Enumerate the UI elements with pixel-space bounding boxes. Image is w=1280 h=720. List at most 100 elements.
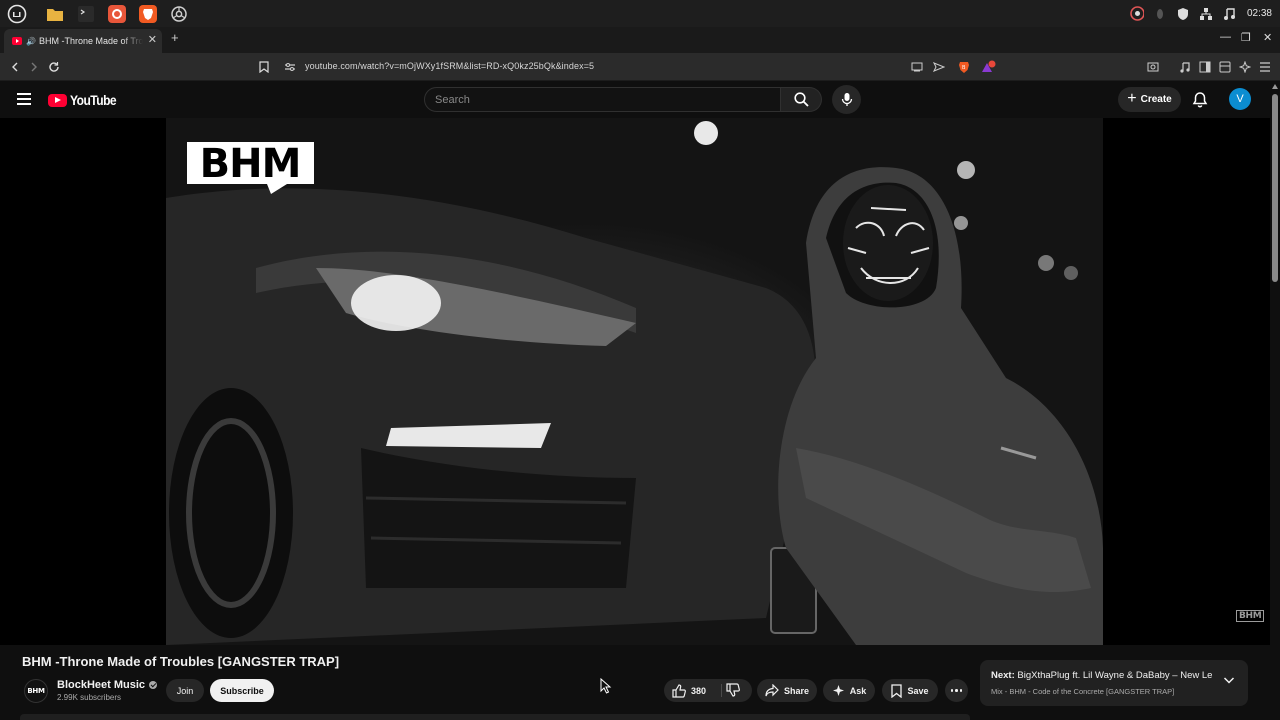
reload-icon[interactable] — [46, 59, 62, 75]
save-playlist-icon — [891, 683, 903, 698]
like-count[interactable]: 380 — [691, 686, 706, 696]
search-button[interactable] — [781, 87, 822, 112]
join-button[interactable]: Join — [166, 679, 204, 702]
os-taskbar: 02:38 — [0, 0, 1280, 27]
music-note-icon[interactable] — [1222, 7, 1236, 21]
notifications-bell-icon[interactable] — [1192, 91, 1208, 113]
mint-menu-icon[interactable] — [5, 3, 29, 25]
scroll-up-icon[interactable] — [1272, 84, 1278, 89]
url-field[interactable]: youtube.com/watch?v=mOjWXy1fSRM&list=RD-… — [305, 61, 594, 71]
channel-name[interactable]: BlockHeet Music — [57, 679, 145, 691]
like-icon[interactable] — [672, 683, 686, 698]
more-dot-icon — [950, 689, 954, 692]
page-scrollbar[interactable] — [1270, 82, 1280, 720]
forward-icon[interactable] — [26, 59, 42, 75]
tab-title: BHM -Throne Made of Troubles [GANGSTER T… — [38, 36, 143, 46]
video-title: BHM -Throne Made of Troubles [GANGSTER T… — [22, 654, 340, 669]
search-box — [424, 87, 781, 112]
youtube-wordmark: YouTube — [70, 92, 117, 108]
more-actions-button[interactable] — [945, 679, 968, 702]
brave-shields-icon[interactable]: B — [956, 59, 972, 75]
search-input[interactable] — [425, 88, 780, 111]
youtube-logo[interactable]: YouTube — [48, 92, 124, 108]
account-avatar[interactable]: V — [1229, 88, 1251, 110]
description-box-edge[interactable] — [20, 714, 970, 720]
bookmark-icon[interactable] — [256, 59, 272, 75]
shield-icon[interactable] — [1153, 7, 1167, 21]
channel-name-row[interactable]: BlockHeet Music — [57, 679, 158, 691]
video-frame[interactable] — [166, 118, 1103, 645]
chromium-icon[interactable] — [167, 3, 191, 25]
like-divider — [721, 684, 722, 697]
bhm-overlay-text: BHM — [200, 141, 301, 187]
up-next-title[interactable]: BigXthaPlug ft. Lil Wayne & DaBaby – New… — [1017, 670, 1213, 681]
cast-icon[interactable] — [909, 59, 925, 75]
new-tab-icon[interactable]: + — [171, 30, 179, 45]
guide-menu-icon[interactable] — [17, 93, 31, 105]
dislike-icon[interactable] — [726, 683, 740, 697]
youtube-favicon-icon — [12, 37, 22, 45]
brave-rewards-icon[interactable] — [980, 59, 996, 75]
microphone-icon — [841, 93, 852, 106]
save-button[interactable]: Save — [882, 679, 938, 702]
files-icon[interactable] — [43, 3, 67, 25]
browser-toolbar: youtube.com/watch?v=mOjWXy1fSRM&list=RD-… — [0, 53, 1280, 81]
youtube-masthead: YouTube + Create V — [0, 82, 1270, 118]
minimize-icon[interactable]: — — [1220, 31, 1231, 43]
like-dislike-group: 380 — [664, 679, 752, 702]
window-close-icon[interactable]: ✕ — [1263, 31, 1272, 44]
leo-ai-icon[interactable] — [1237, 59, 1253, 75]
channel-avatar[interactable]: BHM — [24, 679, 48, 703]
voice-search-button[interactable] — [832, 85, 861, 114]
chevron-down-icon[interactable] — [1223, 676, 1235, 685]
site-settings-icon[interactable] — [282, 59, 298, 75]
up-next-mix: Mix - BHM - Code of the Concrete [GANGST… — [991, 687, 1175, 696]
up-next-prefix: Next: — [991, 670, 1015, 681]
scroll-thumb[interactable] — [1272, 94, 1278, 282]
save-label: Save — [907, 685, 929, 696]
video-player[interactable]: BHM — [0, 118, 1270, 645]
sparkle-icon — [832, 685, 844, 696]
back-icon[interactable] — [7, 59, 23, 75]
network-icon[interactable] — [1199, 7, 1213, 21]
shield-check-icon[interactable] — [1176, 7, 1190, 21]
brave-icon[interactable] — [136, 3, 160, 25]
terminal-icon[interactable] — [74, 3, 98, 25]
create-button[interactable]: + Create — [1118, 87, 1181, 112]
share-icon — [765, 684, 779, 697]
system-tray: 02:38 — [1130, 0, 1272, 27]
sidebar-icon[interactable] — [1197, 59, 1213, 75]
more-dot-icon — [955, 689, 958, 692]
up-next-title-row: Next: BigXthaPlug ft. Lil Wayne & DaBaby… — [991, 670, 1213, 681]
ask-label: Ask — [849, 685, 867, 696]
svg-text:B: B — [962, 65, 966, 71]
up-next-card[interactable]: Next: BigXthaPlug ft. Lil Wayne & DaBaby… — [980, 660, 1248, 706]
subscribe-button[interactable]: Subscribe — [210, 679, 274, 702]
tab-close-icon[interactable]: ✕ — [148, 33, 157, 46]
browser-tab-active[interactable]: 🔊 BHM -Throne Made of Troubles [GANGSTER… — [4, 29, 162, 53]
firefox-icon[interactable] — [105, 3, 129, 25]
restore-icon[interactable]: ❐ — [1241, 31, 1251, 44]
send-icon[interactable] — [931, 59, 947, 75]
mouse-cursor-icon — [600, 677, 612, 699]
screenshot-icon[interactable] — [1145, 59, 1161, 75]
clock[interactable]: 02:38 — [1247, 8, 1272, 19]
bhm-overlay-logo: BHM — [187, 141, 314, 194]
more-dot-icon — [959, 689, 963, 692]
channel-watermark[interactable]: BHM — [1236, 610, 1265, 622]
media-icon[interactable] — [1177, 59, 1193, 75]
opera-icon[interactable] — [1130, 6, 1144, 21]
search-icon — [793, 92, 809, 107]
plus-icon: + — [1127, 89, 1137, 107]
ask-button[interactable]: Ask — [823, 679, 875, 702]
speaker-icon[interactable]: 🔊 — [26, 37, 36, 46]
youtube-play-icon — [48, 93, 67, 107]
share-label: Share — [783, 685, 809, 696]
browser-menu-icon[interactable] — [1257, 59, 1273, 75]
share-button[interactable]: Share — [757, 679, 817, 702]
browser-tab-strip: 🔊 BHM -Throne Made of Troubles [GANGSTER… — [0, 27, 1280, 53]
create-label: Create — [1140, 94, 1172, 105]
wallet-icon[interactable] — [1217, 59, 1233, 75]
video-still-image — [166, 121, 1103, 645]
subscriber-count: 2.99K subscribers — [57, 693, 122, 702]
